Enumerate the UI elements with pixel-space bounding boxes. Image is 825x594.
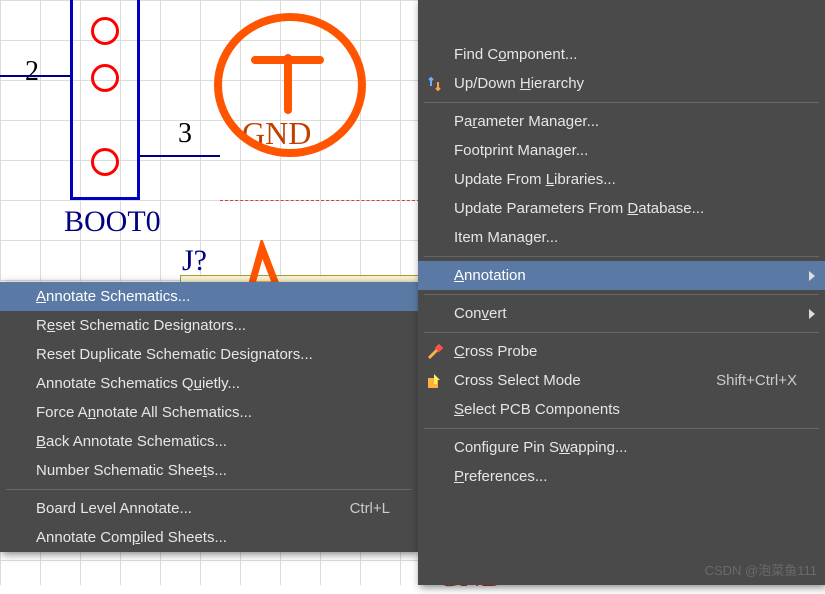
menu-update-libraries[interactable]: Update From Libraries... <box>418 165 825 194</box>
watermark: CSDN @泡菜鱼111 <box>705 560 817 579</box>
menu-board-level-annotate[interactable]: Board Level Annotate... Ctrl+L <box>0 494 418 523</box>
shortcut-text: Ctrl+L <box>350 500 390 517</box>
menu-find-component[interactable]: Find Component... <box>418 40 825 69</box>
pin-circle <box>91 17 119 45</box>
menu-annotation[interactable]: Annotation <box>418 261 825 290</box>
shortcut-text: Shift+Ctrl+X <box>716 372 797 389</box>
menu-separator <box>424 332 819 333</box>
designator-jq: J? <box>182 244 207 278</box>
menu-separator <box>424 294 819 295</box>
net-gnd: GND <box>242 115 311 152</box>
tools-menu: Find Component... Up/Down Hierarchy Para… <box>418 0 825 585</box>
cross-probe-icon <box>424 343 446 361</box>
wire <box>140 155 220 157</box>
menu-parameter-manager[interactable]: Parameter Manager... <box>418 107 825 136</box>
menu-annotate-schematics[interactable]: Annotate Schematics... <box>0 282 418 311</box>
menu-configure-pin-swapping[interactable]: Configure Pin Swapping... <box>418 433 825 462</box>
menu-update-parameters[interactable]: Update Parameters From Database... <box>418 194 825 223</box>
menu-item-manager[interactable]: Item Manager... <box>418 223 825 252</box>
pin-circle <box>91 148 119 176</box>
dashed-guide <box>220 200 420 201</box>
cross-select-icon <box>424 372 446 390</box>
menu-separator <box>424 102 819 103</box>
hierarchy-icon <box>424 75 446 93</box>
menu-separator <box>424 428 819 429</box>
menu-reset-designators[interactable]: Reset Schematic Designators... <box>0 311 418 340</box>
menu-force-annotate[interactable]: Force Annotate All Schematics... <box>0 398 418 427</box>
pin-label-2: 2 <box>25 56 39 88</box>
menu-preferences[interactable]: Preferences... <box>418 462 825 491</box>
menu-annotate-quietly[interactable]: Annotate Schematics Quietly... <box>0 369 418 398</box>
menu-select-pcb[interactable]: Select PCB Components <box>418 395 825 424</box>
designator-boot0: BOOT0 <box>64 205 161 239</box>
menu-convert[interactable]: Convert <box>418 299 825 328</box>
menu-reset-duplicate[interactable]: Reset Duplicate Schematic Designators... <box>0 340 418 369</box>
submenu-arrow-icon <box>809 271 815 281</box>
menu-cross-probe[interactable]: Cross Probe <box>418 337 825 366</box>
menu-footprint-manager[interactable]: Footprint Manager... <box>418 136 825 165</box>
pin-label-3: 3 <box>178 118 192 150</box>
menu-back-annotate[interactable]: Back Annotate Schematics... <box>0 427 418 456</box>
submenu-arrow-icon <box>809 309 815 319</box>
menu-updown-hierarchy[interactable]: Up/Down Hierarchy <box>418 69 825 98</box>
menu-annotate-compiled[interactable]: Annotate Compiled Sheets... <box>0 523 418 552</box>
pin-circle <box>91 64 119 92</box>
menu-number-sheets[interactable]: Number Schematic Sheets... <box>0 456 418 485</box>
annotation-submenu: Annotate Schematics... Reset Schematic D… <box>0 282 418 552</box>
menu-separator <box>424 256 819 257</box>
menu-separator <box>6 489 412 490</box>
menu-cross-select[interactable]: Cross Select Mode Shift+Ctrl+X <box>418 366 825 395</box>
wire <box>0 75 70 77</box>
